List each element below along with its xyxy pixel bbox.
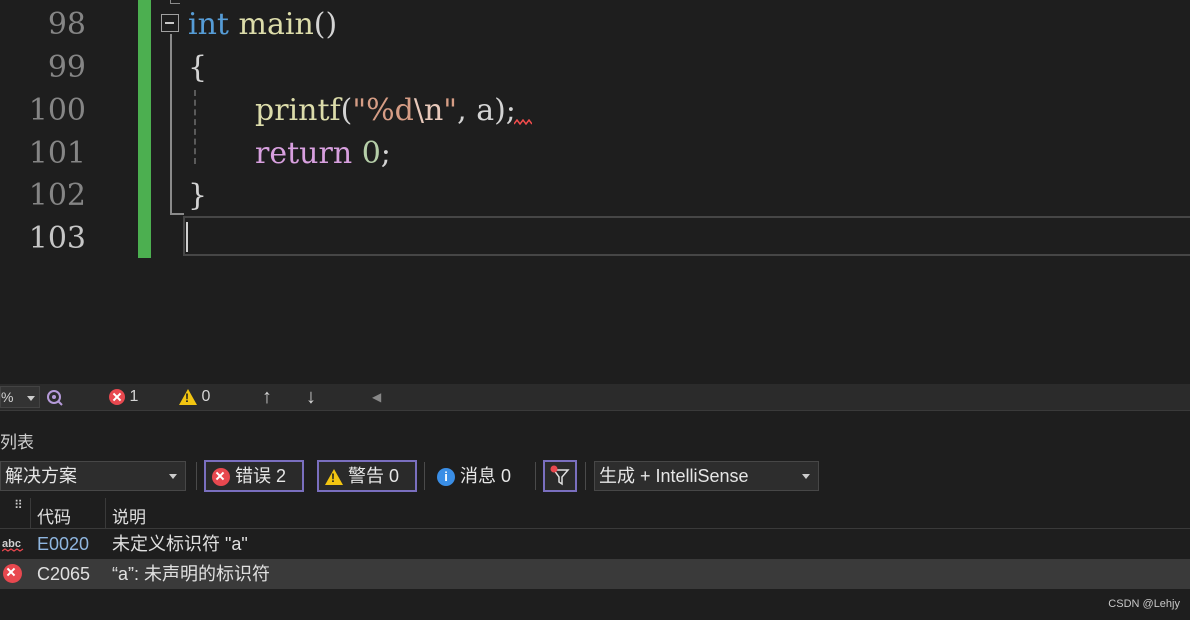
line-number: 102 [28,178,86,213]
error-list-toolbar: 解决方案 错误 2 警告 0 i 消息 0 生成 + IntelliSense [0,460,1190,494]
error-icon [109,388,125,405]
error-list-row[interactable]: C2065 “a”: 未声明的标识符 [0,559,1190,589]
change-indicator-bar [138,0,151,258]
toolbar-divider [196,462,197,490]
code-editor[interactable]: 98 99 100 101 102 103 int main() { print… [0,0,1190,384]
warning-icon [179,388,197,405]
error-list-header: ⠿ 代码 说明 [0,498,1190,529]
indent-guide [194,90,196,164]
messages-filter-button[interactable]: i 消息 0 [437,460,511,492]
fold-line [170,0,180,4]
error-description: 未定义标识符 "a" [112,534,248,554]
current-line-highlight [183,216,1190,256]
error-icon [3,564,22,583]
filter-icon [550,465,570,486]
line-number: 98 [47,7,86,42]
column-divider [30,498,31,528]
line-number: 100 [28,93,86,128]
error-description: “a”: 未声明的标识符 [112,564,271,584]
column-chooser-icon[interactable]: ⠿ [14,498,23,512]
down-arrow-icon[interactable]: ↓ [306,384,316,410]
code-line-101: return 0; [255,136,391,171]
health-icon[interactable] [45,387,65,413]
line-number-active: 103 [28,221,86,256]
line-number: 99 [47,50,86,85]
source-dropdown[interactable]: 生成 + IntelliSense [594,461,819,491]
code-line-99: { [188,50,208,85]
chevron-down-icon [27,396,35,401]
error-code[interactable]: E0020 [37,529,89,559]
watermark: CSDN @Lehjy [1108,598,1180,610]
scope-dropdown[interactable]: 解决方案 [0,461,186,491]
collapse-icon[interactable] [161,14,179,32]
code-line-102: } [188,178,208,213]
error-squiggle [514,119,532,125]
error-list-row[interactable]: abc E0020 未定义标识符 "a" [0,529,1190,559]
up-arrow-icon[interactable]: ↑ [262,384,272,410]
toolbar-divider [585,462,586,490]
errors-filter-button[interactable]: 错误 2 [204,460,304,492]
warning-icon [325,469,343,486]
fold-line [170,34,172,214]
editor-status-bar: % 1 0 ↑ ↓ ◀ [0,384,1190,411]
column-divider[interactable] [105,498,106,528]
column-header-description[interactable]: 说明 [112,503,146,528]
fold-line [170,213,184,215]
spell-abc-icon: abc [2,529,24,559]
warnings-filter-button[interactable]: 警告 0 [317,460,417,492]
column-header-code[interactable]: 代码 [37,503,71,528]
chevron-down-icon [169,474,177,479]
toolbar-divider [535,462,536,490]
info-icon: i [437,468,455,487]
error-code[interactable]: C2065 [37,559,90,589]
zoom-dropdown[interactable]: % [0,386,40,408]
text-caret [186,222,188,252]
error-count-button[interactable]: 1 [109,384,138,410]
warning-count-button[interactable]: 0 [179,384,210,410]
error-list-title: 列表 [0,433,34,452]
filter-toggle-button[interactable] [543,460,577,492]
code-line-100: printf("%d\n", a); [255,93,516,128]
code-line-98: int main() [188,7,338,42]
scroll-left-icon[interactable]: ◀ [372,384,381,410]
line-number: 101 [28,136,86,171]
error-icon [212,468,230,487]
toolbar-divider [424,462,425,490]
chevron-down-icon [802,474,810,479]
